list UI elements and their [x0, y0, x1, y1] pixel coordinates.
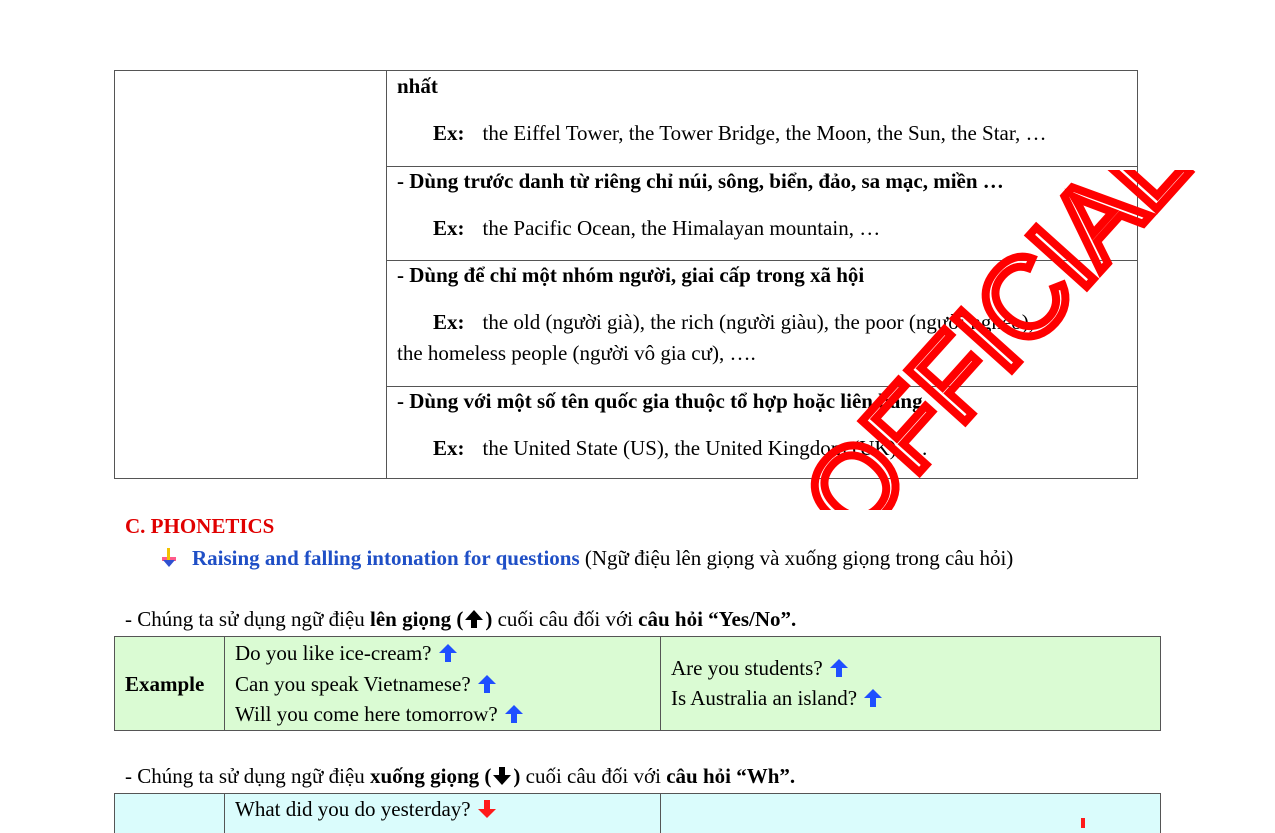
up-arrow-icon — [829, 656, 849, 677]
example-label: Example — [125, 672, 205, 696]
usage-heading: - Dùng trước danh từ riêng chỉ núi, sông… — [397, 169, 1004, 193]
red-mark — [1081, 818, 1085, 828]
usage-heading: - Dùng để chỉ một nhóm người, giai cấp t… — [397, 263, 865, 287]
bullet-title: Raising and falling intonation for quest… — [192, 546, 580, 570]
rule-bold: lên giọng ( — [370, 607, 464, 631]
usage-row: - Dùng với một số tên quốc gia thuộc tổ … — [387, 386, 1137, 479]
bold-down-arrow-icon — [491, 765, 513, 787]
example-question: Do you like ice-cream? — [235, 638, 458, 668]
usage-example: Ex: the United State (US), the United Kin… — [433, 436, 928, 460]
example-text: the United State (US), the United Kingdo… — [482, 436, 929, 460]
rule-text: - Chúng ta sử dụng ngữ điệu — [125, 764, 370, 788]
bullet-arrow-icon — [160, 548, 178, 568]
phonetics-bullet: Raising and falling intonation for quest… — [160, 546, 1013, 570]
rule-text: cuối câu đối với — [520, 764, 667, 788]
falling-right-cell — [661, 794, 1160, 833]
usage-example: Ex: the Pacific Ocean, the Himalayan moun… — [433, 216, 880, 240]
usage-row: - Dùng trước danh từ riêng chỉ núi, sông… — [387, 166, 1137, 260]
up-arrow-icon — [438, 641, 458, 662]
rising-example-table: Example Do you like ice-cream? Can you s… — [114, 636, 1161, 731]
rule-bold: câu hỏi “Wh”. — [666, 764, 796, 788]
falling-left-cell: What did you do yesterday? — [225, 794, 661, 833]
falling-example-table: What did you do yesterday? — [114, 793, 1161, 833]
example-label-cell — [115, 794, 225, 833]
example-text: the Eiffel Tower, the Tower Bridge, the … — [482, 121, 1047, 145]
up-arrow-icon — [863, 686, 883, 707]
usage-row: - Dùng để chỉ một nhóm người, giai cấp t… — [387, 260, 1137, 386]
example-question: Is Australia an island? — [671, 683, 883, 713]
ex-label: Ex: — [433, 216, 465, 240]
rule-text: - Chúng ta sử dụng ngữ điệu — [125, 607, 370, 631]
usage-table-left-cell — [115, 71, 387, 478]
up-arrow-icon — [504, 702, 524, 723]
bullet-desc: (Ngữ điệu lên giọng và xuống giọng trong… — [579, 546, 1014, 570]
rising-right-cell: Are you students? Is Australia an island… — [661, 637, 1160, 730]
ex-label: Ex: — [433, 436, 465, 460]
usage-heading: nhất — [397, 74, 438, 98]
rising-rule: - Chúng ta sử dụng ngữ điệu lên giọng ()… — [125, 607, 796, 631]
usage-row: nhất Ex: the Eiffel Tower, the Tower Brid… — [387, 71, 1137, 166]
usage-example: Ex: the Eiffel Tower, the Tower Bridge, t… — [433, 121, 1047, 145]
example-question: Can you speak Vietnamese? — [235, 669, 497, 699]
example-question: Will you come here tomorrow? — [235, 699, 524, 729]
down-arrow-icon — [477, 797, 497, 818]
ex-label: Ex: — [433, 121, 465, 145]
usage-example-cont: the homeless people (người vô gia cư), …… — [397, 341, 756, 365]
rule-text: cuối câu đối với — [492, 607, 639, 631]
example-label-cell: Example — [115, 637, 225, 730]
usage-example: Ex: the old (người già), the rich (người … — [433, 310, 1034, 334]
falling-rule: - Chúng ta sử dụng ngữ điệu xuống giọng … — [125, 764, 795, 788]
rising-left-cell: Do you like ice-cream? Can you speak Vie… — [225, 637, 661, 730]
rule-bold: câu hỏi “Yes/No”. — [638, 607, 797, 631]
example-text: the Pacific Ocean, the Himalayan mountai… — [482, 216, 881, 240]
example-question: What did you do yesterday? — [235, 794, 497, 824]
rule-bold: xuống giọng ( — [370, 764, 492, 788]
bold-up-arrow-icon — [463, 608, 485, 630]
up-arrow-icon — [477, 672, 497, 693]
example-text: the old (người già), the rich (người già… — [482, 310, 1035, 334]
example-question: Are you students? — [671, 653, 849, 683]
section-title: C. PHONETICS — [125, 514, 275, 538]
ex-label: Ex: — [433, 310, 465, 334]
usage-heading: - Dùng với một số tên quốc gia thuộc tổ … — [397, 389, 928, 413]
usage-table: nhất Ex: the Eiffel Tower, the Tower Brid… — [114, 70, 1138, 479]
